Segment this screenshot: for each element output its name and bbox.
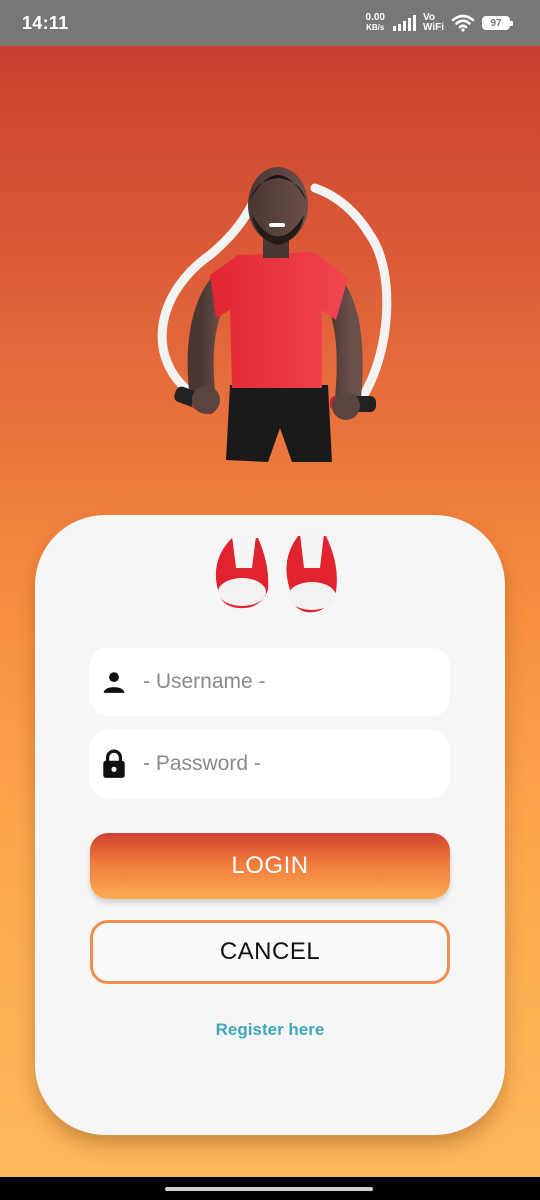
volte-badge: Vo WiFi — [423, 13, 444, 33]
wifi-icon — [451, 14, 475, 32]
network-speed-value: 0.00 — [365, 12, 385, 23]
lock-icon — [100, 749, 128, 778]
register-link[interactable]: Register here — [35, 1020, 505, 1040]
signal-icon — [392, 15, 416, 31]
person-icon — [100, 668, 128, 696]
battery-icon: 97 — [482, 16, 513, 30]
status-icons: 0.00 KB/s Vo WiFi 97 — [366, 13, 513, 33]
network-speed-unit: KB/s — [366, 23, 385, 32]
password-input[interactable] — [141, 751, 435, 777]
username-input[interactable] — [141, 669, 435, 695]
login-button[interactable]: LOGIN — [90, 833, 450, 899]
login-screen: 14:11 0.00 KB/s Vo WiFi 97 - Username - … — [0, 0, 540, 1200]
cancel-button[interactable]: CANCEL — [90, 920, 450, 984]
jump-rope-character-illustration — [157, 167, 392, 613]
volte-line2: WiFi — [422, 22, 444, 33]
status-bar: 14:11 0.00 KB/s Vo WiFi 97 — [0, 0, 540, 46]
network-speed: 0.00 KB/s — [366, 13, 385, 33]
username-field[interactable] — [90, 648, 450, 716]
password-field[interactable] — [90, 730, 450, 798]
home-gesture-handle[interactable] — [165, 1187, 373, 1191]
navigation-bar — [0, 1177, 540, 1200]
status-time: 14:11 — [22, 13, 69, 33]
